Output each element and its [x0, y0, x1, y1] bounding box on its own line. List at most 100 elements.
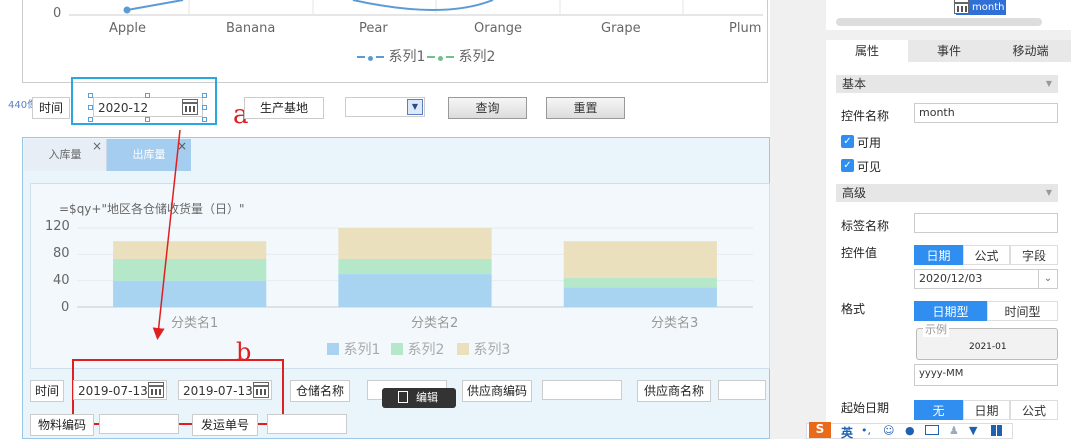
shipping-input[interactable] — [267, 414, 347, 434]
legend-series2: 系列2 — [427, 46, 495, 66]
resize-handle[interactable] — [202, 105, 207, 110]
legend-series1: 系列1 — [357, 46, 425, 66]
edit-popup[interactable]: 编辑 — [382, 388, 456, 408]
material-label: 物料编码 — [30, 414, 94, 436]
x-tick-cat2: 分类名2 — [411, 316, 459, 331]
tree-item-month[interactable]: month — [954, 0, 1006, 15]
x-tick-plum: Plum — [729, 21, 762, 36]
tree-scrollbar[interactable] — [836, 18, 1042, 26]
chevron-down-icon[interactable]: ▼ — [407, 99, 423, 115]
resize-handle[interactable] — [145, 117, 150, 122]
example-label: 示例 — [923, 321, 949, 337]
tab-outbound[interactable]: 出库量 × — [107, 139, 191, 171]
close-icon[interactable]: × — [92, 130, 102, 162]
reset-button[interactable]: 重置 — [546, 97, 625, 119]
y-tick-40: 40 — [53, 273, 70, 288]
date-from-input[interactable]: 2019-07-13 — [73, 380, 167, 400]
start-mode-formula[interactable]: 公式 — [1010, 400, 1058, 420]
value-mode-field[interactable]: 字段 — [1010, 245, 1058, 265]
bar-3-1 — [113, 241, 267, 259]
keyboard-icon[interactable] — [925, 425, 939, 435]
y-tick-0: 0 — [53, 6, 62, 21]
legend-series2: 系列2 — [391, 339, 444, 359]
value-label: 控件值 — [841, 246, 878, 260]
start-mode-none[interactable]: 无 — [914, 400, 963, 420]
series1-line-segment — [126, 0, 184, 11]
user-icon[interactable]: ♟ — [949, 424, 959, 437]
resize-handle[interactable] — [202, 117, 207, 122]
bar-3-2 — [338, 228, 492, 259]
tab-properties[interactable]: 属性 — [826, 40, 908, 62]
start-date-label: 起始日期 — [841, 401, 890, 415]
tag-input[interactable] — [914, 213, 1058, 233]
example-value: 2021-01 — [969, 342, 1007, 352]
emoji-icon[interactable]: ☺ — [883, 424, 894, 437]
tag-label: 标签名称 — [841, 219, 890, 233]
supplier-code-input[interactable] — [542, 380, 622, 400]
section-basic[interactable]: 基本 ▼ — [836, 75, 1058, 93]
top-line-chart[interactable]: 0 Apple Banana Pear Orange Grape Plum 系列… — [22, 0, 768, 83]
legend-series3: 系列3 — [457, 339, 510, 359]
resize-handle[interactable] — [88, 117, 93, 122]
x-tick-pear: Pear — [359, 21, 388, 36]
enabled-checkbox[interactable]: ✓ — [841, 135, 854, 148]
date-to-value: 2019-07-13 — [183, 384, 253, 398]
format-date-type[interactable]: 日期型 — [914, 301, 987, 321]
sogou-logo-icon[interactable]: S — [809, 422, 831, 438]
top-chart-svg — [69, 0, 763, 16]
date-to-input[interactable]: 2019-07-13 — [178, 380, 272, 400]
bar-1-1 — [113, 280, 267, 307]
base-select[interactable]: ▼ — [345, 97, 425, 117]
x-tick-orange: Orange — [474, 21, 523, 36]
x-tick-banana: Banana — [226, 21, 276, 36]
edit-label: 编辑 — [416, 391, 438, 404]
visible-checkbox[interactable]: ✓ — [841, 159, 854, 172]
query-button[interactable]: 查询 — [448, 97, 527, 119]
supplier-name-input[interactable] — [718, 380, 766, 400]
legend-series1: 系列1 — [327, 339, 380, 359]
start-mode-date[interactable]: 日期 — [963, 400, 1010, 420]
section-advanced[interactable]: 高级 ▼ — [836, 184, 1058, 202]
format-label: 格式 — [841, 302, 866, 316]
format-input[interactable]: yyyy-MM — [914, 364, 1058, 386]
x-tick-cat3: 分类名3 — [651, 316, 699, 331]
calendar-icon[interactable] — [148, 382, 164, 398]
tab-mobile[interactable]: 移动端 — [990, 40, 1071, 62]
enabled-label: 可用 — [857, 136, 882, 150]
ime-toolbar[interactable]: S 英 •, ☺ ● ♟ ▼ — [806, 422, 1013, 441]
material-input[interactable] — [99, 414, 179, 434]
component-tree: month — [826, 0, 1071, 30]
y-tick-120: 120 — [45, 219, 70, 234]
tab-events[interactable]: 事件 — [908, 40, 990, 62]
name-input[interactable]: month — [914, 103, 1058, 123]
resize-handle[interactable] — [88, 93, 93, 98]
skin-icon[interactable]: ▼ — [969, 424, 977, 437]
punctuation-icon[interactable]: •, — [861, 424, 871, 437]
value-date-select[interactable]: 2020/12/03 ⌄ — [914, 269, 1058, 289]
resize-handle[interactable] — [202, 93, 207, 98]
calendar-icon[interactable] — [253, 382, 269, 398]
resize-handle[interactable] — [88, 105, 93, 110]
bar-2-2 — [338, 258, 492, 275]
ime-lang[interactable]: 英 — [841, 424, 853, 441]
tab-inbound[interactable]: 入库量 × — [24, 139, 107, 171]
value-mode-formula[interactable]: 公式 — [963, 245, 1010, 265]
x-tick-grape: Grape — [601, 21, 641, 36]
date-from-value: 2019-07-13 — [78, 384, 148, 398]
value-mode-date[interactable]: 日期 — [914, 245, 963, 265]
design-canvas: 0 Apple Banana Pear Orange Grape Plum 系列… — [0, 0, 770, 439]
bar-2-1 — [113, 258, 267, 281]
inner-bar-chart[interactable]: =$qy+"地区各仓储收货量（日）" 120 80 40 0 分类名1 分类名2… — [30, 183, 770, 369]
microphone-icon[interactable]: ● — [905, 424, 915, 437]
chevron-down-icon[interactable]: ⌄ — [1038, 270, 1057, 288]
shipping-label: 发运单号 — [192, 414, 258, 436]
toolbox-icon[interactable] — [991, 425, 1002, 436]
bar-2-3 — [563, 278, 717, 288]
base-label: 生产基地 — [244, 97, 324, 119]
format-time-type[interactable]: 时间型 — [987, 301, 1058, 321]
close-icon[interactable]: × — [177, 130, 187, 162]
visible-label: 可见 — [857, 160, 882, 174]
month-date-input[interactable]: 2020-12 — [93, 97, 203, 117]
resize-handle[interactable] — [145, 93, 150, 98]
calendar-icon[interactable] — [182, 99, 198, 115]
